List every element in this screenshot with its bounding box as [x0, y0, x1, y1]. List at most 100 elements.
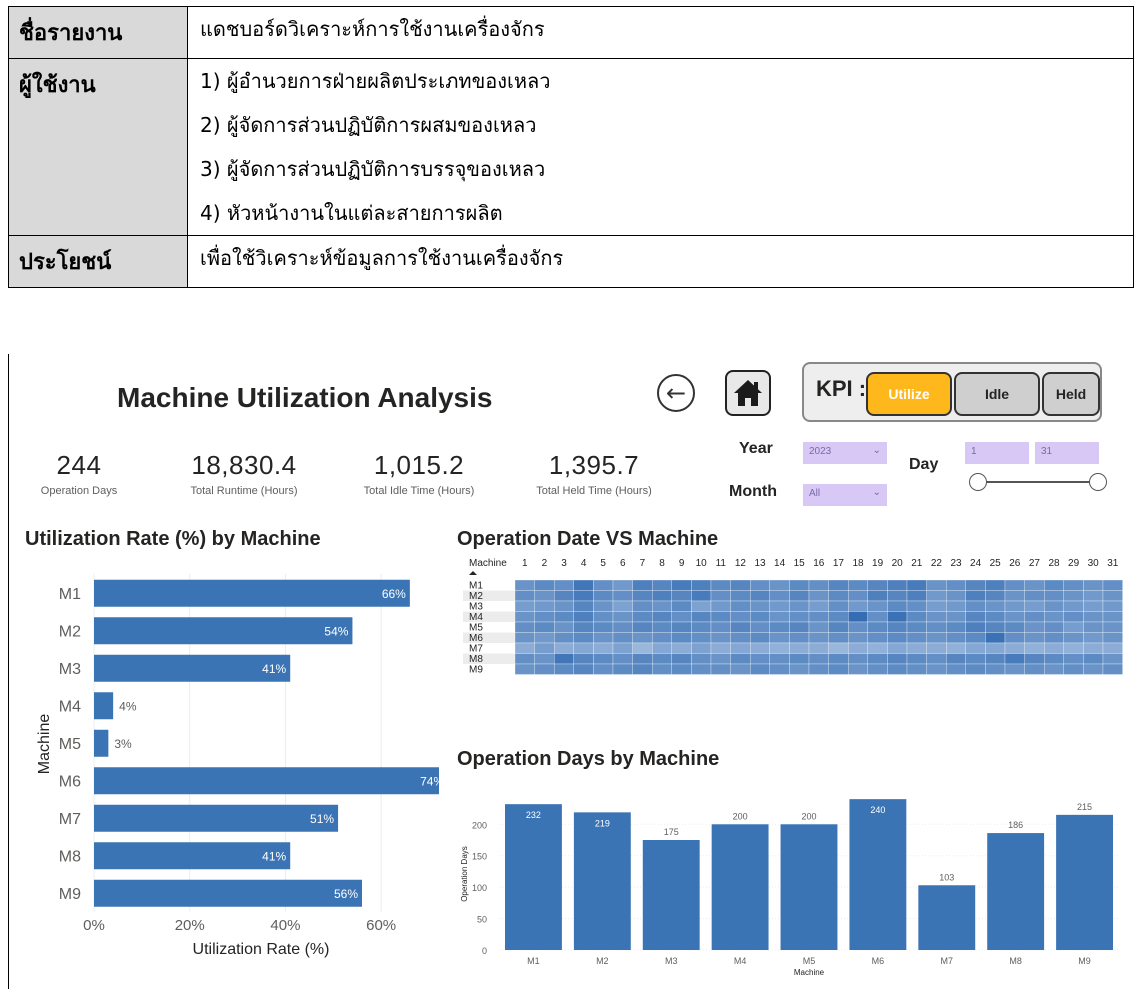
heatmap-cell[interactable] [769, 600, 790, 612]
heatmap-cell[interactable] [612, 621, 633, 633]
heatmap-cell[interactable] [985, 611, 1006, 623]
heatmap-cell[interactable] [828, 579, 849, 591]
heatmap-cell[interactable] [671, 611, 692, 623]
bar[interactable] [780, 824, 838, 950]
heatmap-cell[interactable] [1063, 590, 1084, 602]
heatmap-cell[interactable] [789, 632, 810, 644]
heatmap-cell[interactable] [730, 621, 751, 633]
heatmap-cell[interactable] [671, 642, 692, 654]
heatmap-cell[interactable] [593, 600, 614, 612]
heatmap-cell[interactable] [848, 611, 868, 623]
heatmap-cell[interactable] [573, 579, 594, 591]
heatmap-cell[interactable] [554, 653, 574, 665]
heatmap-cell[interactable] [691, 590, 712, 602]
heatmap-cell[interactable] [985, 663, 1006, 675]
heatmap-cell[interactable] [730, 600, 751, 612]
heatmap-cell[interactable] [652, 611, 672, 623]
heatmap-cell[interactable] [965, 600, 986, 612]
heatmap-cell[interactable] [1024, 621, 1045, 633]
heatmap-cell[interactable] [1083, 663, 1104, 675]
heatmap-cell[interactable] [652, 642, 672, 654]
heatmap-cell[interactable] [750, 653, 770, 665]
heatmap-cell[interactable] [965, 663, 986, 675]
heatmap-cell[interactable] [808, 632, 829, 644]
heatmap-cell[interactable] [514, 611, 535, 623]
heatmap-cell[interactable] [652, 632, 672, 644]
heatmap-cell[interactable] [965, 621, 986, 633]
heatmap-cell[interactable] [671, 600, 692, 612]
heatmap-cell[interactable] [730, 663, 751, 675]
heatmap-cell[interactable] [808, 621, 829, 633]
heatmap-cell[interactable] [926, 611, 947, 623]
heatmap-cell[interactable] [1024, 590, 1045, 602]
year-dropdown[interactable]: 2023 ⌄ [803, 442, 887, 464]
heatmap-cell[interactable] [906, 663, 927, 675]
heatmap-cell[interactable] [554, 600, 574, 612]
heatmap-cell[interactable] [887, 621, 908, 633]
heatmap-cell[interactable] [808, 590, 829, 602]
heatmap-cell[interactable] [612, 611, 633, 623]
heatmap-cell[interactable] [769, 590, 790, 602]
heatmap-cell[interactable] [632, 653, 653, 665]
heatmap-cell[interactable] [926, 663, 947, 675]
heatmap-cell[interactable] [514, 600, 535, 612]
heatmap-cell[interactable] [691, 632, 712, 644]
heatmap-cell[interactable] [887, 590, 908, 602]
heatmap-cell[interactable] [691, 653, 712, 665]
heatmap-cell[interactable] [1083, 642, 1104, 654]
heatmap-cell[interactable] [1044, 611, 1064, 623]
heatmap-cell[interactable] [1004, 590, 1025, 602]
heatmap-cell[interactable] [926, 579, 947, 591]
heatmap-cell[interactable] [946, 611, 966, 623]
bar[interactable] [94, 579, 410, 607]
heatmap-cell[interactable] [985, 642, 1006, 654]
heatmap-cell[interactable] [906, 579, 927, 591]
heatmap-cell[interactable] [1063, 632, 1084, 644]
heatmap-cell[interactable] [691, 579, 712, 591]
heatmap-cell[interactable] [573, 653, 594, 665]
heatmap-cell[interactable] [867, 621, 888, 633]
heatmap-cell[interactable] [730, 590, 751, 602]
heatmap-cell[interactable] [789, 590, 810, 602]
heatmap-cell[interactable] [1102, 632, 1123, 644]
heatmap-cell[interactable] [828, 600, 849, 612]
heatmap-cell[interactable] [514, 663, 535, 675]
bar[interactable] [94, 842, 291, 870]
heatmap-cell[interactable] [769, 642, 790, 654]
heatmap-cell[interactable] [514, 621, 535, 633]
heatmap-cell[interactable] [593, 653, 614, 665]
kpi-utilize-button[interactable]: Utilize [866, 372, 952, 416]
heatmap-cell[interactable] [1044, 663, 1064, 675]
heatmap-cell[interactable] [887, 600, 908, 612]
bar[interactable] [505, 804, 562, 950]
month-dropdown[interactable]: All ⌄ [803, 484, 887, 506]
heatmap-cell[interactable] [554, 632, 574, 644]
heatmap-cell[interactable] [652, 621, 672, 633]
heatmap-cell[interactable] [926, 653, 947, 665]
heatmap-cell[interactable] [573, 621, 594, 633]
heatmap-cell[interactable] [593, 611, 614, 623]
heatmap-cell[interactable] [906, 600, 927, 612]
heatmap-cell[interactable] [652, 590, 672, 602]
heatmap-cell[interactable] [848, 590, 868, 602]
heatmap-cell[interactable] [769, 632, 790, 644]
heatmap-cell[interactable] [926, 590, 947, 602]
heatmap-cell[interactable] [867, 663, 888, 675]
heatmap-cell[interactable] [1004, 642, 1025, 654]
heatmap-cell[interactable] [671, 632, 692, 644]
bar[interactable] [94, 879, 362, 907]
heatmap-cell[interactable] [926, 600, 947, 612]
heatmap-cell[interactable] [808, 579, 829, 591]
heatmap-cell[interactable] [867, 600, 888, 612]
heatmap-cell[interactable] [632, 642, 653, 654]
heatmap-cell[interactable] [730, 642, 751, 654]
heatmap-cell[interactable] [554, 579, 574, 591]
heatmap-cell[interactable] [1102, 579, 1123, 591]
sort-arrow-icon[interactable] [469, 571, 477, 575]
heatmap-cell[interactable] [534, 642, 555, 654]
heatmap-cell[interactable] [554, 663, 574, 675]
heatmap-cell[interactable] [750, 621, 770, 633]
heatmap-cell[interactable] [534, 600, 555, 612]
heatmap-cell[interactable] [1083, 621, 1104, 633]
heatmap-cell[interactable] [848, 579, 868, 591]
